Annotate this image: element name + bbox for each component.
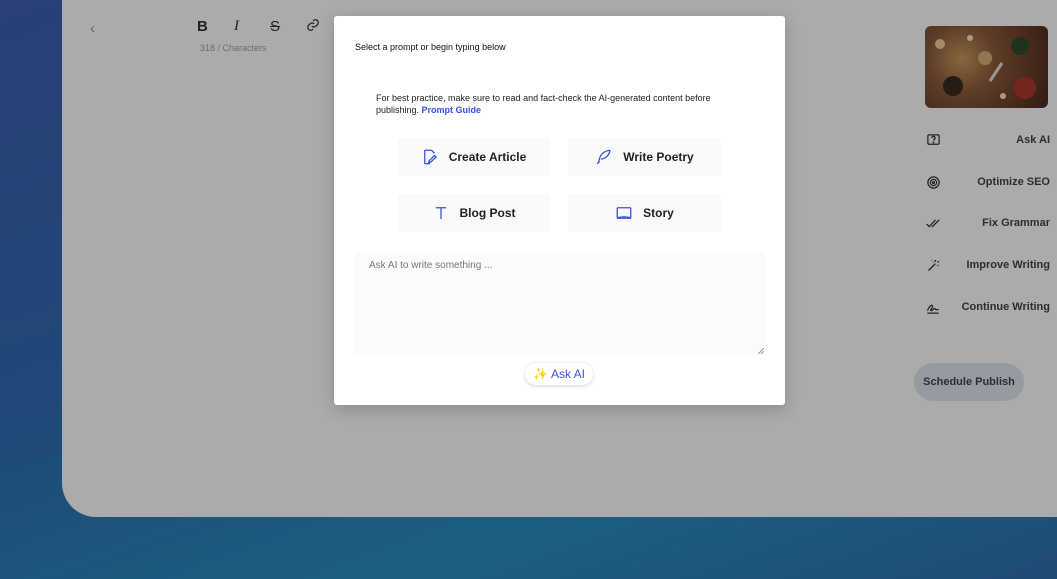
sparkles-icon: ✨ <box>533 367 548 381</box>
ask-ai-label: Ask AI <box>550 367 585 381</box>
ask-ai-button[interactable]: ✨ Ask AI <box>525 363 593 385</box>
prompt-label: Story <box>643 206 674 220</box>
text-icon <box>435 207 446 219</box>
resize-grip-icon[interactable] <box>758 348 764 354</box>
best-practice-notice: For best practice, make sure to read and… <box>376 92 746 116</box>
prompt-label: Blog Post <box>459 206 516 220</box>
edit-document-icon <box>423 149 437 165</box>
create-article-button[interactable]: Create Article <box>397 138 550 176</box>
modal-title: Select a prompt or begin typing below <box>355 42 506 52</box>
prompt-label: Create Article <box>448 150 527 164</box>
prompt-guide-link[interactable]: Prompt Guide <box>422 105 482 115</box>
prompt-label: Write Poetry <box>623 150 694 164</box>
story-button[interactable]: Story <box>568 194 721 232</box>
ai-prompt-modal: Select a prompt or begin typing below Fo… <box>334 16 785 405</box>
book-icon <box>616 207 632 219</box>
blog-post-button[interactable]: Blog Post <box>397 194 550 232</box>
ask-ai-input[interactable] <box>355 252 765 355</box>
quill-icon <box>597 149 611 165</box>
write-poetry-button[interactable]: Write Poetry <box>568 138 721 176</box>
